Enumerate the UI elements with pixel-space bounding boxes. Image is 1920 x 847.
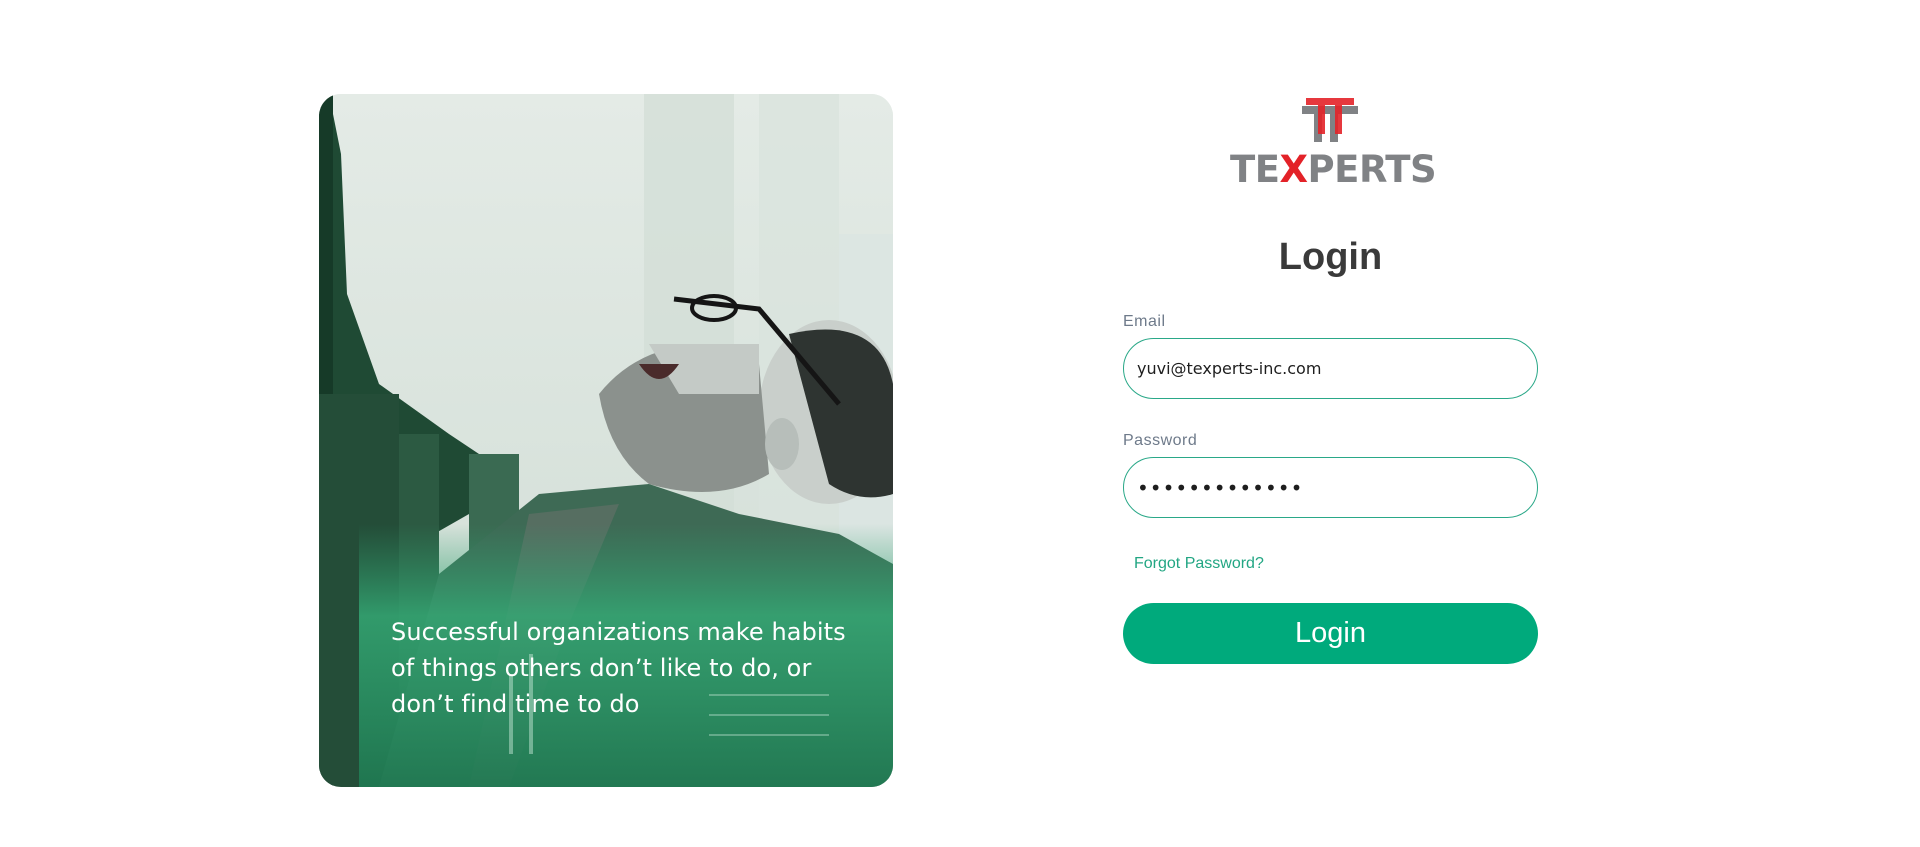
forgot-password-link[interactable]: Forgot Password? bbox=[1134, 555, 1264, 573]
hero-quote: Successful organizations make habits of … bbox=[391, 618, 846, 718]
logo-suffix: PERTS bbox=[1307, 148, 1437, 191]
login-button[interactable]: Login bbox=[1123, 603, 1538, 664]
email-field[interactable] bbox=[1123, 338, 1538, 399]
email-label: Email bbox=[1123, 313, 1166, 330]
logo-x: X bbox=[1279, 148, 1309, 191]
hero-image-card: Successful organizations make habits of … bbox=[319, 94, 893, 787]
login-page: Successful organizations make habits of … bbox=[0, 0, 1920, 847]
logo-wordmark: TEXPERTS bbox=[1230, 148, 1437, 191]
password-label: Password bbox=[1123, 432, 1198, 449]
logo-prefix: TE bbox=[1230, 148, 1280, 191]
password-field[interactable] bbox=[1123, 457, 1538, 518]
login-title: Login bbox=[1278, 236, 1383, 278]
texperts-logo: TEXPERTS bbox=[1230, 98, 1437, 194]
